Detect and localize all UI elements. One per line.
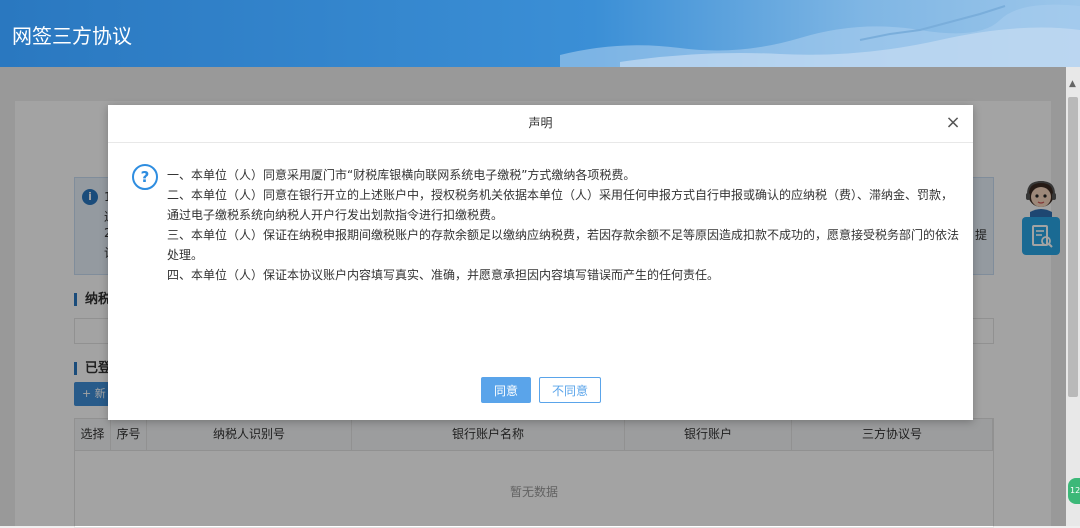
close-icon[interactable]: ×: [943, 113, 963, 133]
dialog-header: 声明 ×: [108, 105, 973, 143]
app-header: 网签三方协议: [0, 0, 1080, 67]
disagree-button[interactable]: 不同意: [539, 377, 601, 403]
agree-button[interactable]: 同意: [481, 377, 531, 403]
scrollbar-thumb[interactable]: [1068, 97, 1078, 397]
page-title: 网签三方协议: [12, 26, 132, 48]
green-badge[interactable]: 12: [1068, 478, 1080, 504]
clause-3-continued: 处理。: [167, 248, 204, 262]
clause-2-continued: 通过电子缴税系统向纳税人开户行发出划款指令进行扣缴税费。: [167, 208, 504, 222]
clause-2: 二、本单位（人）同意在银行开立的上述账户中，授权税务机关依据本单位（人）采用任何…: [167, 188, 954, 202]
question-icon: ?: [132, 164, 158, 190]
declaration-dialog: 声明 × ? 一、本单位（人）同意采用厦门市“财税库银横向联网系统电子缴税”方式…: [108, 105, 973, 420]
clause-1: 一、本单位（人）同意采用厦门市“财税库银横向联网系统电子缴税”方式缴纳各项税费。: [167, 168, 636, 182]
page-scrollbar[interactable]: ▲: [1066, 67, 1080, 526]
clause-4: 四、本单位（人）保证本协议账户内容填写真实、准确，并愿意承担因内容填写错误而产生…: [167, 268, 720, 282]
great-wall-decoration: [560, 4, 1080, 67]
dialog-title: 声明: [528, 116, 553, 130]
clause-3: 三、本单位（人）保证在纳税申报期间缴税账户的存款余额足以缴纳应纳税费，若因存款余…: [167, 228, 960, 242]
scroll-up-arrow-icon[interactable]: ▲: [1069, 79, 1076, 89]
